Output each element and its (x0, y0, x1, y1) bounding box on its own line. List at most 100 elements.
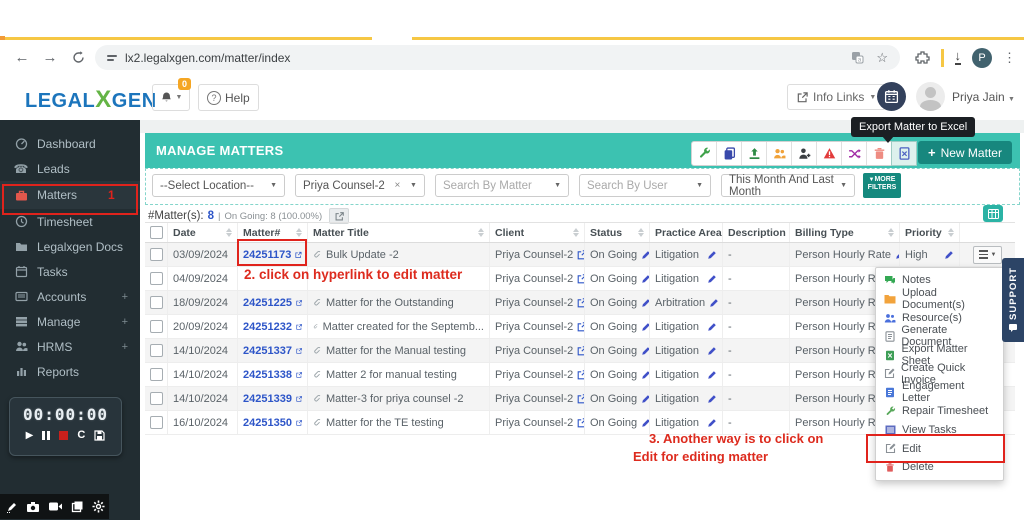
user-menu[interactable]: Priya Jain ▼ (952, 90, 1015, 104)
address-bar[interactable]: lx2.legalxgen.com/matter/index a ☆ (95, 45, 900, 70)
header-practice-area[interactable]: Practice Area (650, 223, 723, 242)
row-actions-button[interactable]: ▼ (973, 246, 1002, 264)
edit-pencil-icon[interactable] (707, 370, 717, 380)
support-tab[interactable]: SUPPORT (1002, 258, 1024, 342)
pen-icon[interactable] (6, 501, 18, 513)
matter-link[interactable]: 24251232 (243, 321, 292, 333)
row-checkbox[interactable] (150, 392, 163, 405)
edit-pencil-icon[interactable] (641, 250, 650, 260)
row-checkbox[interactable] (150, 296, 163, 309)
layers-icon[interactable] (71, 500, 84, 513)
translate-icon[interactable]: a (851, 51, 864, 64)
sidebar-item-legalxgen-docs[interactable]: Legalxgen Docs (0, 234, 140, 259)
more-filters-button[interactable]: ▼MORE FILTERS (863, 173, 901, 198)
matter-link[interactable]: 24251173 (243, 249, 291, 261)
external-link-icon[interactable] (577, 250, 585, 260)
forward-icon[interactable]: → (36, 49, 64, 66)
import-button[interactable] (742, 142, 767, 165)
alerts-button[interactable] (817, 142, 842, 165)
matter-link[interactable]: 24251337 (243, 345, 292, 357)
external-link-icon[interactable] (296, 298, 302, 308)
expand-plus-icon[interactable]: + (122, 341, 128, 353)
edit-pencil-icon[interactable] (709, 298, 719, 308)
row-checkbox[interactable] (150, 272, 163, 285)
edit-pencil-icon[interactable] (641, 298, 650, 308)
menu-item-delete[interactable]: Delete (876, 458, 1003, 477)
edit-pencil-icon[interactable] (641, 370, 650, 380)
sidebar-item-accounts[interactable]: Accounts + (0, 284, 140, 309)
downloads-icon[interactable]: ↓ (955, 50, 962, 65)
edit-pencil-icon[interactable] (707, 322, 717, 332)
sidebar-item-dashboard[interactable]: Dashboard (0, 131, 140, 156)
header-description[interactable]: Description (723, 223, 790, 242)
sidebar-item-tasks[interactable]: Tasks (0, 259, 140, 284)
external-link-icon[interactable] (577, 418, 585, 428)
external-link-icon[interactable] (295, 250, 302, 260)
group-button[interactable] (767, 142, 792, 165)
edit-pencil-icon[interactable] (707, 394, 717, 404)
user-avatar[interactable] (916, 82, 945, 111)
info-links-button[interactable]: Info Links ▼ (787, 84, 886, 110)
external-link-icon[interactable] (577, 370, 585, 380)
edit-pencil-icon[interactable] (641, 322, 650, 332)
gear-icon[interactable] (92, 500, 105, 513)
extensions-icon[interactable] (915, 50, 930, 65)
row-checkbox[interactable] (150, 248, 163, 261)
date-range-select[interactable]: This Month And Last Month ▼ (721, 174, 855, 197)
column-picker-button[interactable] (983, 205, 1003, 222)
external-link-icon[interactable] (296, 346, 302, 356)
browser-menu-icon[interactable]: ⋮ (1003, 50, 1016, 66)
edit-pencil-icon[interactable] (707, 250, 717, 260)
sidebar-item-leads[interactable]: ☎ Leads (0, 156, 140, 181)
header-priority[interactable]: Priority (900, 223, 960, 242)
back-icon[interactable]: ← (8, 49, 36, 66)
calendar-button[interactable] (877, 82, 906, 111)
sidebar-item-manage[interactable]: Manage + (0, 309, 140, 334)
external-link-icon[interactable] (296, 394, 302, 404)
assign-user-button[interactable] (792, 142, 817, 165)
sidebar-item-hrms[interactable]: HRMS + (0, 334, 140, 359)
expand-plus-icon[interactable]: + (122, 291, 128, 303)
delete-button[interactable] (867, 142, 892, 165)
edit-pencil-icon[interactable] (707, 274, 717, 284)
expand-plus-icon[interactable]: + (122, 316, 128, 328)
timer-stop-button[interactable] (59, 431, 68, 440)
camera-icon[interactable] (26, 501, 40, 513)
new-matter-button[interactable]: + New Matter (918, 141, 1012, 164)
sidebar-item-timesheet[interactable]: Timesheet (0, 209, 140, 234)
select-all-checkbox[interactable] (150, 226, 163, 239)
row-checkbox[interactable] (150, 344, 163, 357)
header-date[interactable]: Date (168, 223, 238, 242)
external-link-icon[interactable] (296, 322, 302, 332)
edit-pencil-icon[interactable] (641, 418, 650, 428)
edit-pencil-icon[interactable] (641, 394, 650, 404)
timer-play-button[interactable]: ▶ (26, 430, 34, 441)
external-link-icon[interactable] (296, 418, 302, 428)
sidebar-item-matters[interactable]: Matters 1 (0, 181, 140, 209)
location-select[interactable]: --Select Location-- ▼ (152, 174, 285, 197)
timer-reset-button[interactable]: C (77, 429, 85, 441)
menu-item-edit[interactable]: Edit (876, 439, 1003, 458)
transfer-button[interactable] (842, 142, 867, 165)
timer-pause-button[interactable] (42, 431, 50, 440)
sidebar-item-reports[interactable]: Reports (0, 359, 140, 384)
matter-link[interactable]: 24251339 (243, 393, 292, 405)
menu-item-view-tasks[interactable]: View Tasks (876, 421, 1003, 440)
external-link-icon[interactable] (577, 346, 585, 356)
search-by-user-select[interactable]: Search By User ▼ (579, 174, 711, 197)
matter-link[interactable]: 24251225 (243, 297, 292, 309)
row-checkbox[interactable] (150, 320, 163, 333)
external-link-icon[interactable] (577, 322, 585, 332)
edit-pencil-icon[interactable] (707, 418, 717, 428)
menu-item-engagement-letter[interactable]: Engagement Letter (876, 383, 1003, 402)
bookmark-star-icon[interactable]: ☆ (876, 50, 888, 66)
edit-pencil-icon[interactable] (944, 250, 954, 260)
matter-link[interactable]: 24251350 (243, 417, 292, 429)
timer-save-button[interactable] (94, 430, 105, 441)
row-checkbox[interactable] (150, 368, 163, 381)
header-status[interactable]: Status (585, 223, 650, 242)
counsel-select[interactable]: Priya Counsel-2 × ▼ (295, 174, 425, 197)
clear-icon[interactable]: × (389, 180, 401, 191)
edit-pencil-icon[interactable] (641, 346, 650, 356)
matter-link[interactable]: 24251338 (243, 369, 292, 381)
